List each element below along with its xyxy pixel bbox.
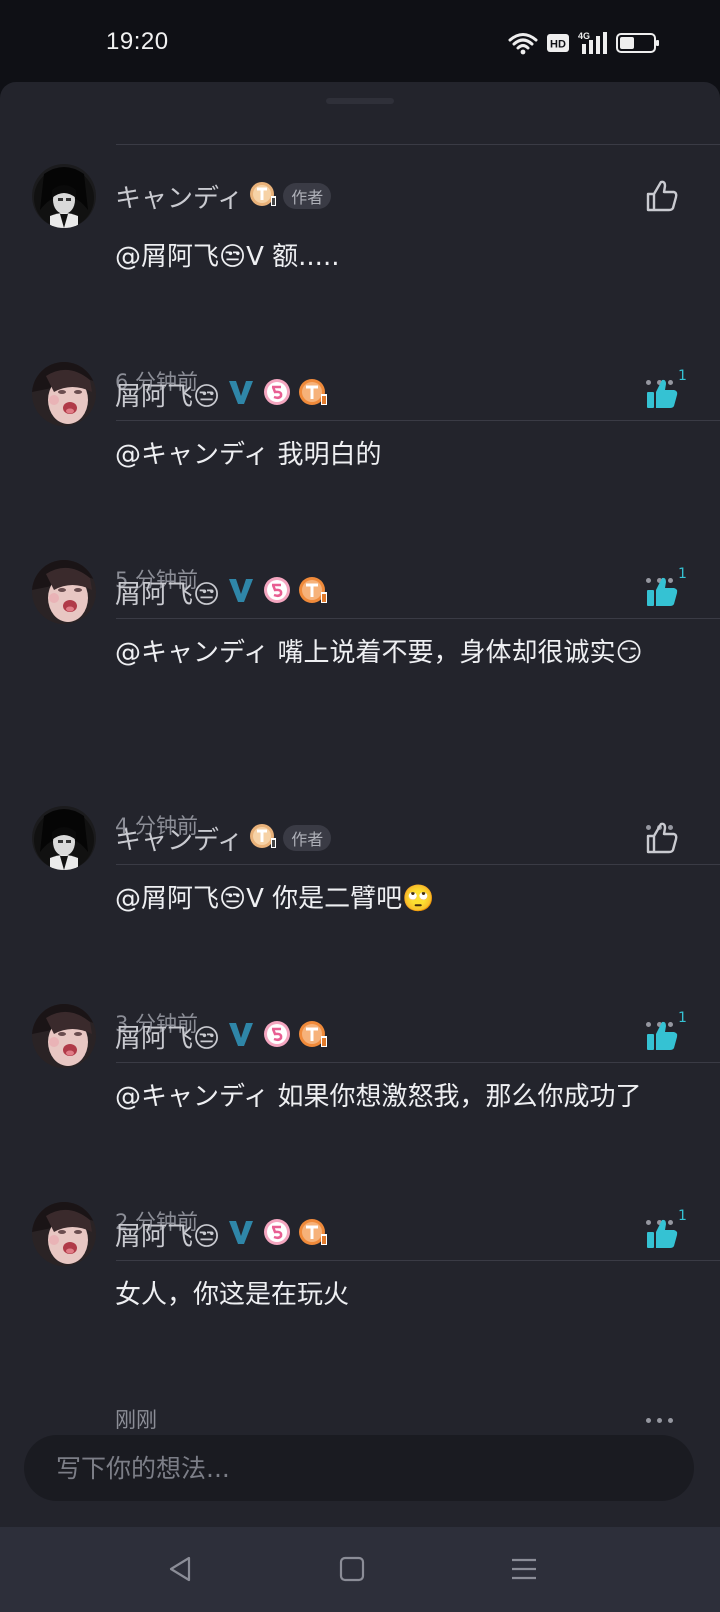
comment-author[interactable]: キャンディ — [115, 820, 243, 857]
comment-author[interactable]: 屑阿飞😒 — [115, 574, 220, 611]
like-count: 1 — [678, 368, 687, 384]
level-badge-icon — [249, 180, 277, 212]
comment-header: キャンディ 作者 — [115, 818, 332, 858]
level-badge-icon — [298, 575, 328, 609]
hd-icon: HD — [546, 33, 570, 53]
avatar[interactable] — [32, 164, 96, 228]
rank-badge-icon — [262, 1217, 292, 1251]
comment-header: キャンディ 作者 — [115, 176, 332, 216]
comment-author[interactable]: 屑阿飞😒 — [115, 1018, 220, 1055]
avatar[interactable] — [32, 560, 96, 624]
level-badge-icon — [249, 822, 277, 854]
author-badge: 作者 — [283, 825, 332, 851]
divider — [116, 144, 720, 145]
signal-4g-icon: 4G — [578, 30, 608, 56]
comment-header: 屑阿飞😒 — [115, 1016, 328, 1056]
dot — [668, 1417, 673, 1423]
system-nav-bar — [0, 1527, 720, 1612]
comment-text: @屑阿飞😒V 你是二臂吧🙄 — [115, 884, 435, 914]
rank-badge-icon — [262, 377, 292, 411]
rank-badge-icon — [262, 1019, 292, 1053]
recents-icon — [512, 1558, 536, 1580]
comment-time: 刚刚 — [115, 1408, 157, 1432]
comment-header: 屑阿飞😒 — [115, 374, 328, 414]
comment-text: @キャンディ 我明白的 — [115, 440, 382, 470]
thumbs-up-filled-icon — [647, 577, 678, 606]
battery-icon — [616, 32, 660, 54]
like-count: 1 — [678, 566, 687, 582]
author-badge: 作者 — [283, 183, 332, 209]
like-count: 1 — [678, 1208, 687, 1224]
rank-badge-icon — [262, 575, 292, 609]
like-count: 1 — [678, 1010, 687, 1026]
comment-text: 女人，你这是在玩火 — [115, 1280, 350, 1310]
divider — [116, 1260, 720, 1261]
comment-author[interactable]: 屑阿飞😒 — [115, 376, 220, 413]
dot — [657, 1417, 662, 1423]
back-button[interactable] — [160, 1549, 200, 1589]
thumbs-up-filled-icon — [647, 1219, 678, 1248]
comments-sheet: キャンディ 作者 @屑阿飞😒V 额..... 6 分钟前 屑阿飞😒 @キャンディ… — [0, 82, 720, 1527]
thumbs-up-icon — [646, 822, 678, 854]
status-icons: HD 4G — [508, 28, 660, 58]
verified-v-icon — [226, 377, 256, 411]
dot — [646, 1417, 651, 1423]
divider — [116, 618, 720, 619]
home-icon — [339, 1556, 365, 1582]
comment-header: 屑阿飞😒 — [115, 572, 328, 612]
comment-header: 屑阿飞😒 — [115, 1214, 328, 1254]
verified-v-icon — [226, 575, 256, 609]
verified-v-icon — [226, 1217, 256, 1251]
network-label: 4G — [578, 31, 590, 41]
avatar[interactable] — [32, 1202, 96, 1266]
divider — [116, 420, 720, 421]
status-time: 19:20 — [106, 28, 169, 55]
verified-v-icon — [226, 1019, 256, 1053]
comment-text: @キャンディ 嘴上说着不要，身体却很诚实😏 — [115, 638, 643, 668]
level-badge-icon — [298, 1019, 328, 1053]
sheet-grabber[interactable] — [326, 98, 394, 104]
comment-text: @屑阿飞😒V 额..... — [115, 242, 340, 272]
comment-input[interactable] — [56, 1435, 656, 1501]
status-bar: 19:20 HD 4G — [0, 0, 720, 82]
comment-text: @キャンディ 如果你想激怒我，那么你成功了 — [115, 1082, 642, 1112]
thumbs-up-icon — [646, 180, 678, 212]
like-button[interactable] — [644, 820, 686, 862]
more-button[interactable] — [646, 1415, 676, 1425]
thumbs-up-filled-icon — [647, 1021, 678, 1050]
home-button[interactable] — [332, 1549, 372, 1589]
wifi-icon — [508, 31, 538, 55]
level-badge-icon — [298, 1217, 328, 1251]
level-badge-icon — [298, 377, 328, 411]
back-icon — [169, 1556, 191, 1582]
avatar[interactable] — [32, 806, 96, 870]
divider — [116, 1062, 720, 1063]
like-button[interactable] — [644, 178, 686, 220]
avatar[interactable] — [32, 362, 96, 426]
comment-author[interactable]: 屑阿飞😒 — [115, 1216, 220, 1253]
hd-label: HD — [550, 39, 566, 51]
comment-composer[interactable] — [24, 1435, 694, 1501]
recents-button[interactable] — [504, 1549, 544, 1589]
comment-author[interactable]: キャンディ — [115, 178, 243, 215]
thumbs-up-filled-icon — [647, 379, 678, 408]
divider — [116, 864, 720, 865]
avatar[interactable] — [32, 1004, 96, 1068]
